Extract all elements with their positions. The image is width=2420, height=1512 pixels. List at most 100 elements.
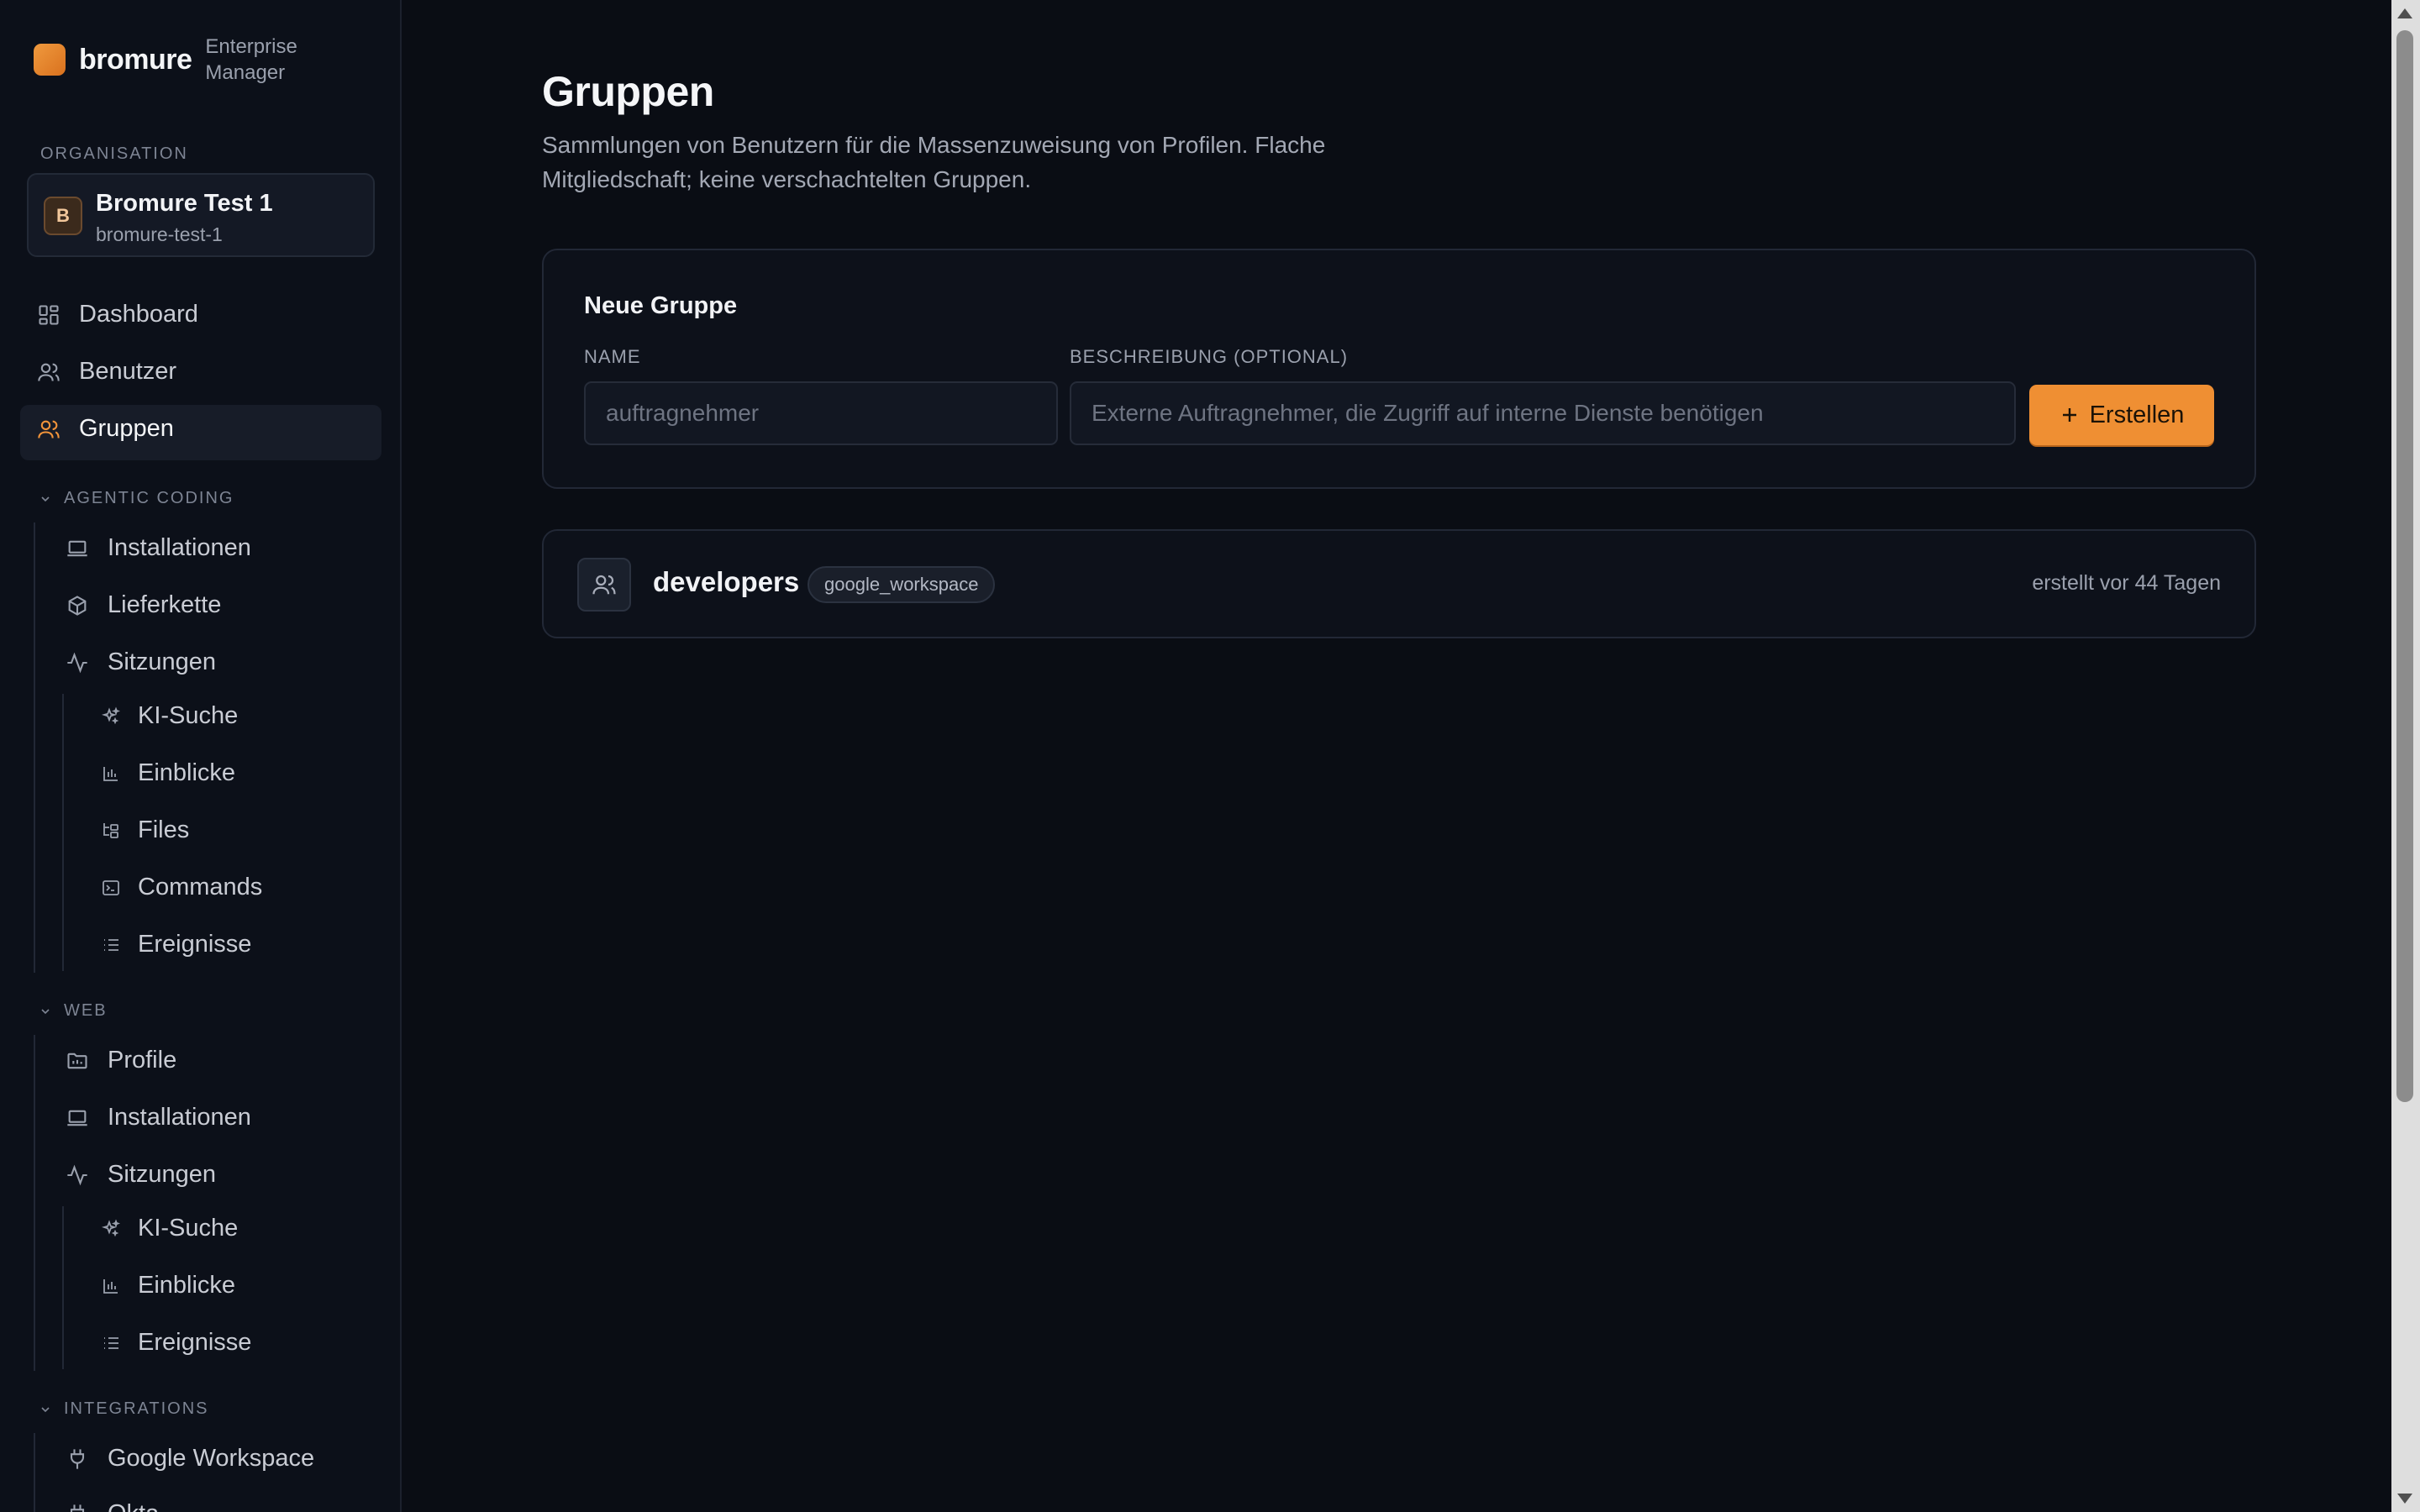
package-icon (68, 595, 87, 616)
scroll-up-arrow-icon[interactable] (2397, 8, 2412, 18)
folder-icon (67, 1053, 87, 1068)
nav-web-profile[interactable]: Profile (66, 1047, 176, 1074)
organisation-switcher[interactable]: B Bromure Test 1 bromure-test-1 (27, 173, 375, 257)
nav-google-workspace[interactable]: Google Workspace (66, 1445, 314, 1473)
group-name[interactable]: developers (653, 566, 799, 598)
nav-agentic-commands-label: Commands (138, 874, 263, 900)
chevron-down-icon (41, 1406, 50, 1412)
nav-agentic-sitzungen[interactable]: Sitzungen (66, 648, 216, 676)
nav-web-installationen-label: Installationen (108, 1104, 251, 1131)
nav-agentic-ereignisse[interactable]: Ereignisse (101, 931, 251, 958)
new-group-form: Neue Gruppe NAME BESCHREIBUNG (OPTIONAL)… (542, 249, 2256, 489)
nav-agentic-ki-suche-label: KI-Suche (138, 702, 239, 729)
users-icon (38, 363, 60, 381)
organisation-caption: ORGANISATION (40, 144, 188, 163)
nav-agentic-installationen[interactable]: Installationen (66, 534, 251, 562)
section-web-label: WEB (64, 1001, 108, 1020)
nav-gruppen[interactable]: Gruppen (37, 415, 174, 443)
nav-agentic-lieferkette-label: Lieferkette (108, 591, 222, 618)
laptop-icon (67, 540, 87, 556)
group-description-input[interactable] (1070, 381, 2016, 445)
bar-chart-icon (103, 1278, 118, 1294)
nav-agentic-sitzungen-label: Sitzungen (108, 648, 216, 675)
nav-web-ki-suche-label: KI-Suche (138, 1215, 239, 1242)
tree-line (34, 1035, 35, 1371)
page-description: Sammlungen von Benutzern für die Massenz… (542, 132, 1326, 192)
plug-icon (70, 1504, 85, 1512)
group-avatar (577, 558, 631, 612)
nav-agentic-einblicke[interactable]: Einblicke (101, 759, 235, 787)
group-created-date: erstellt vor 44 Tagen (2032, 571, 2221, 595)
group-name-input[interactable] (584, 381, 1058, 445)
plus-icon (2062, 408, 2076, 422)
plug-icon (70, 1448, 85, 1469)
sparkles-icon (101, 1219, 120, 1236)
nav-benutzer[interactable]: Benutzer (37, 358, 176, 386)
brand-subtitle: Enterprise Manager (205, 35, 297, 84)
create-button[interactable]: Erstellen (2029, 385, 2214, 445)
nav-agentic-ki-suche[interactable]: KI-Suche (101, 702, 238, 730)
description-label: BESCHREIBUNG (OPTIONAL) (1070, 346, 1349, 367)
nav-integration-next-label: Okta (108, 1500, 159, 1512)
section-web[interactable]: WEB (39, 1001, 108, 1021)
users-icon (592, 575, 616, 595)
nav-agentic-installationen-label: Installationen (108, 534, 251, 561)
list-icon (104, 1336, 118, 1349)
nav-web-einblicke-label: Einblicke (138, 1272, 236, 1299)
tree-line (62, 694, 64, 971)
brand-name: bromure (79, 43, 192, 76)
activity-icon (67, 1164, 87, 1185)
brand[interactable]: bromure Enterprise Manager (34, 34, 323, 86)
nav-web-sitzungen-label: Sitzungen (108, 1161, 216, 1188)
tree-line (34, 522, 35, 973)
nav-agentic-einblicke-label: Einblicke (138, 759, 236, 786)
tree-line (62, 1206, 64, 1369)
tree-line (34, 1433, 35, 1512)
section-agentic-coding-label: AGENTIC CODING (64, 489, 234, 507)
list-icon (104, 938, 118, 951)
nav-web-einblicke[interactable]: Einblicke (101, 1272, 235, 1299)
nav-web-sitzungen[interactable]: Sitzungen (66, 1161, 216, 1189)
create-button-label: Erstellen (2089, 401, 2185, 428)
nav-agentic-commands[interactable]: Commands (101, 874, 262, 901)
nav-web-ereignisse[interactable]: Ereignisse (101, 1329, 251, 1357)
sparkles-icon (101, 706, 120, 724)
nav-gruppen-label: Gruppen (79, 415, 174, 442)
section-integrations[interactable]: INTEGRATIONS (39, 1399, 209, 1419)
page-title: Gruppen (542, 68, 714, 115)
chevron-down-icon (41, 496, 50, 501)
nav-web-ereignisse-label: Ereignisse (138, 1329, 252, 1356)
nav-agentic-lieferkette[interactable]: Lieferkette (66, 591, 221, 619)
nav-benutzer-label: Benutzer (79, 358, 177, 385)
nav-agentic-files-label: Files (138, 816, 190, 843)
scrollbar-thumb[interactable] (2396, 30, 2413, 1102)
organisation-slug: bromure-test-1 (96, 223, 223, 245)
laptop-icon (67, 1110, 87, 1126)
nav-web-ki-suche[interactable]: KI-Suche (101, 1215, 238, 1242)
name-label: NAME (584, 346, 641, 367)
scroll-down-arrow-icon[interactable] (2397, 1494, 2412, 1504)
nav-agentic-files[interactable]: Files (101, 816, 189, 844)
form-title: Neue Gruppe (584, 292, 738, 319)
activity-icon (67, 652, 87, 673)
nav-google-workspace-label: Google Workspace (108, 1445, 315, 1472)
nav-web-installationen[interactable]: Installationen (66, 1104, 251, 1131)
group-row[interactable]: developers google_workspace erstellt vor… (542, 529, 2256, 638)
group-source-badge: google_workspace (808, 566, 996, 603)
sidebar: bromure Enterprise Manager ORGANISATION … (0, 0, 402, 1512)
chevron-down-icon (41, 1008, 50, 1014)
nav-dashboard[interactable]: Dashboard (37, 301, 198, 328)
dashboard-icon (39, 304, 59, 325)
organisation-avatar: B (44, 197, 82, 235)
nav-integration-next[interactable]: Okta (66, 1500, 159, 1512)
nav-agentic-ereignisse-label: Ereignisse (138, 931, 252, 958)
brand-logo (34, 44, 66, 76)
section-integrations-label: INTEGRATIONS (64, 1399, 209, 1418)
nav-web-profile-label: Profile (108, 1047, 177, 1074)
section-agentic-coding[interactable]: AGENTIC CODING (39, 489, 234, 508)
users-icon (38, 420, 60, 438)
bar-chart-icon (103, 766, 118, 781)
folder-tree-icon (103, 822, 118, 838)
nav-dashboard-label: Dashboard (79, 301, 198, 328)
terminal-icon (103, 879, 119, 895)
